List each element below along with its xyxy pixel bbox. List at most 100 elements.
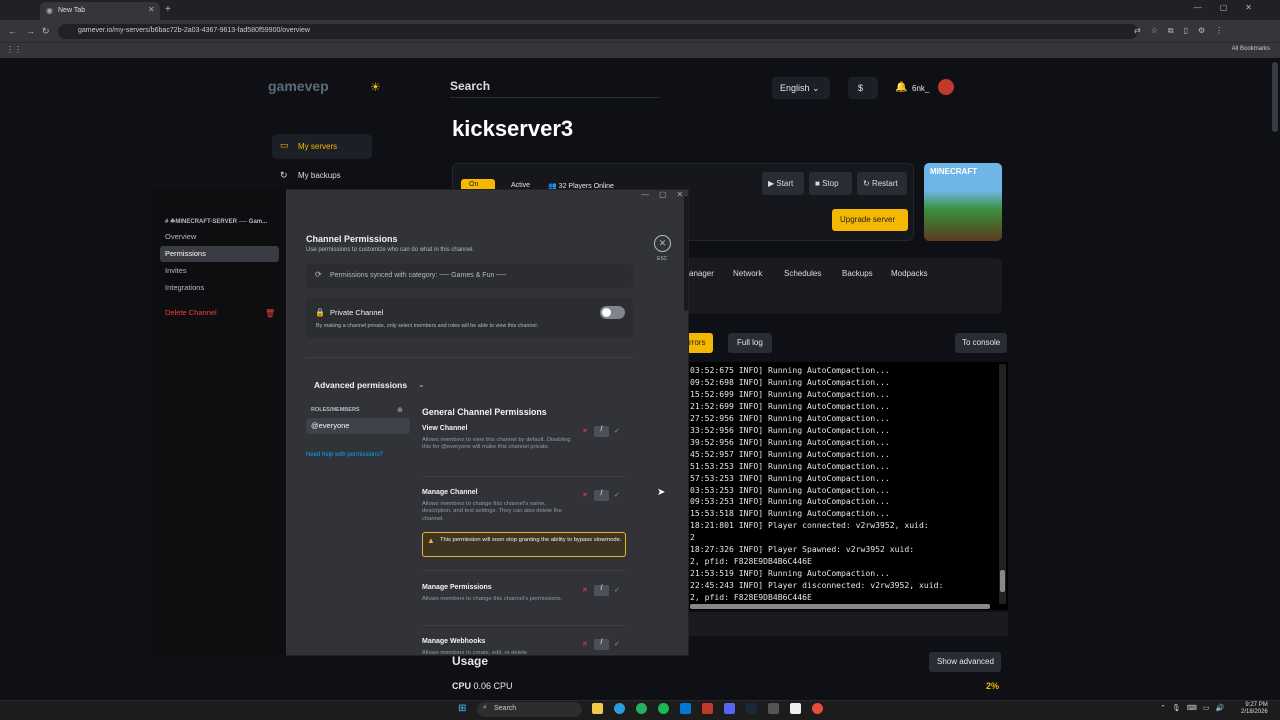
cpu-percent: 2% — [986, 681, 1000, 691]
currency-select[interactable]: $ — [848, 77, 878, 99]
show-advanced-button[interactable]: Show advanced — [929, 652, 1001, 672]
allow-icon[interactable]: ✓ — [614, 640, 620, 648]
browser-tab[interactable]: New Tab — [40, 2, 160, 20]
sidebar-item-invites[interactable]: Invites — [160, 263, 279, 279]
start-button[interactable]: ▶ Start — [762, 172, 804, 195]
console-line: 21:53:519 INFO] Running AutoCompaction..… — [690, 568, 890, 579]
active-status: Active — [511, 182, 531, 189]
neutral-icon[interactable]: / — [594, 585, 609, 596]
username[interactable]: 6nk_ — [912, 84, 929, 93]
neutral-icon[interactable]: / — [594, 639, 609, 650]
app-icon[interactable] — [812, 703, 823, 714]
console-line: 09:53:253 INFO] Running AutoCompaction..… — [690, 496, 890, 507]
delete-channel-button[interactable]: Delete Channel — [160, 305, 279, 321]
tab-file-manager[interactable]: anager — [689, 269, 714, 278]
console-line: 15:52:699 INFO] Running AutoCompaction..… — [690, 388, 890, 399]
console-line: 2 — [690, 532, 695, 543]
deny-icon[interactable]: ✕ — [582, 640, 588, 648]
bell-icon[interactable]: 🔔 — [895, 82, 907, 93]
restart-button[interactable]: ↻ Restart — [857, 172, 907, 195]
console-line: 15:53:518 INFO] Running AutoCompaction..… — [690, 508, 890, 519]
allow-icon[interactable]: ✓ — [614, 427, 620, 435]
page-scrollbar[interactable] — [1272, 62, 1278, 132]
deny-icon[interactable]: ✕ — [582, 586, 588, 594]
app-icon[interactable] — [702, 703, 713, 714]
chrome-icon[interactable] — [636, 703, 647, 714]
usage-heading: Usage — [452, 654, 489, 668]
stop-button[interactable]: ■ Stop — [809, 172, 852, 195]
console-line: 03:53:253 INFO] Running AutoCompaction..… — [690, 484, 890, 495]
site-logo[interactable]: gamevep — [268, 78, 329, 94]
divider — [306, 357, 633, 358]
console-scroll-thumb[interactable] — [1000, 570, 1005, 592]
discord-icon[interactable] — [724, 703, 735, 714]
clock[interactable]: 9:27 PM 2/18/2026 — [1241, 702, 1268, 716]
windows-start-icon[interactable]: ⊞ — [458, 703, 466, 714]
add-role-icon[interactable]: ⊕ — [397, 406, 403, 414]
tab-schedules[interactable]: Schedules — [784, 269, 821, 278]
tab-backups[interactable]: Backups — [842, 269, 873, 278]
modal-scrollbar[interactable] — [684, 196, 688, 311]
system-tray[interactable]: ⌃🎙⌨▭🔊 — [1160, 704, 1230, 712]
file-explorer-icon[interactable] — [592, 703, 603, 714]
nav-my-backups[interactable]: My backups — [298, 171, 341, 180]
console-lines: 03:52:675 INFO] Running AutoCompaction..… — [690, 365, 995, 604]
settings-icon[interactable] — [768, 703, 779, 714]
private-channel-label: Private Channel — [330, 308, 384, 317]
upgrade-server-button[interactable]: Upgrade server — [832, 209, 908, 231]
help-link[interactable]: Need help with permissions? — [306, 452, 383, 458]
sidebar-item-overview[interactable]: Overview — [160, 229, 279, 245]
toggle-knob[interactable] — [602, 308, 611, 317]
console-line: 09:52:698 INFO] Running AutoCompaction..… — [690, 376, 890, 387]
tab-close-icon[interactable]: ✕ — [148, 5, 155, 14]
sync-icon: ⟳ — [315, 270, 322, 279]
private-channel-box — [306, 298, 633, 338]
neutral-icon[interactable]: / — [594, 426, 609, 437]
language-label: English — [780, 83, 810, 93]
backup-icon: ↻ — [280, 170, 288, 180]
console-line: 21:52:699 INFO] Running AutoCompaction..… — [690, 400, 890, 411]
neutral-icon[interactable]: / — [594, 490, 609, 501]
chevron-down-icon[interactable]: ⌄ — [418, 380, 425, 389]
new-tab-icon[interactable]: + — [165, 4, 171, 15]
avatar[interactable] — [938, 79, 954, 95]
deny-icon[interactable]: ✕ — [582, 427, 588, 435]
perm-view-channel-desc: Allows members to view this channel by d… — [422, 437, 571, 451]
edge-icon[interactable] — [614, 703, 625, 714]
steam-icon[interactable] — [746, 703, 757, 714]
sidebar-item-integrations[interactable]: Integrations — [160, 280, 279, 296]
search-input[interactable]: Search — [450, 79, 490, 93]
advanced-permissions-toggle[interactable]: Advanced permissions — [314, 380, 407, 390]
store-icon[interactable] — [680, 703, 691, 714]
restart-label: Restart — [871, 179, 898, 188]
game-cover-title: MINECRAFT — [930, 167, 978, 176]
tab-title: New Tab — [58, 7, 86, 14]
role-everyone[interactable]: @everyone — [306, 418, 410, 434]
toolbar-icons[interactable]: ⇄☆⧉▯⚙⋮ — [1134, 26, 1233, 36]
language-select[interactable]: English ⌄ — [772, 77, 830, 99]
console-scrollbar[interactable] — [999, 364, 1006, 604]
theme-toggle-icon[interactable]: ☀ — [370, 80, 381, 94]
spotify-icon[interactable] — [658, 703, 669, 714]
reload-icon[interactable]: ↻ — [42, 26, 50, 37]
back-icon[interactable]: ← — [8, 26, 17, 36]
full-log-tab[interactable]: Full log — [728, 333, 772, 353]
deny-icon[interactable]: ✕ — [582, 491, 588, 499]
all-bookmarks-link[interactable]: All Bookmarks — [1232, 46, 1270, 52]
window-controls[interactable]: —▢✕ — [1194, 3, 1270, 12]
allow-icon[interactable]: ✓ — [614, 491, 620, 499]
tab-network[interactable]: Network — [733, 269, 762, 278]
url-input[interactable]: gamever.io/my-servers/b6bac72b-2a03-4367… — [58, 24, 1138, 39]
app-icon[interactable] — [790, 703, 801, 714]
console-footer — [688, 612, 1008, 636]
to-console-button[interactable]: To console — [955, 333, 1007, 353]
close-icon[interactable]: ✕ — [654, 235, 671, 252]
permissions-title: Channel Permissions — [306, 234, 398, 244]
forward-icon[interactable]: → — [26, 26, 35, 36]
taskbar-search[interactable]: Search — [477, 702, 582, 717]
console-hscrollbar[interactable] — [690, 604, 990, 609]
allow-icon[interactable]: ✓ — [614, 586, 620, 594]
tab-modpacks[interactable]: Modpacks — [891, 269, 927, 278]
sidebar-item-permissions[interactable]: Permissions — [160, 246, 279, 262]
apps-icon[interactable]: ⋮⋮ — [6, 45, 22, 54]
